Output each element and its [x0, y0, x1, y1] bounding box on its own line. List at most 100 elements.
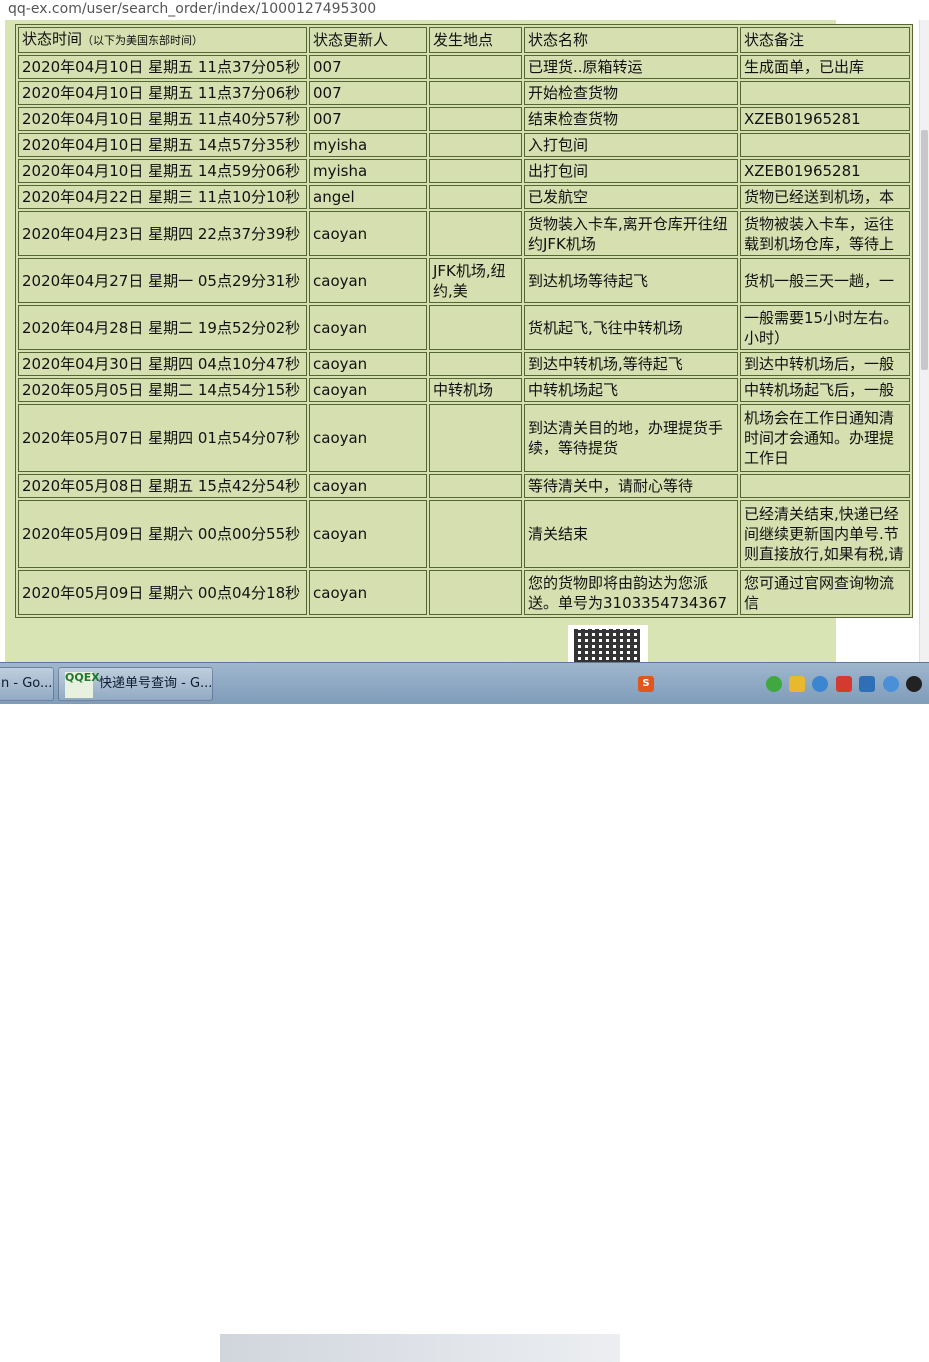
- table-row: 2020年05月07日 星期四 01点54分07秒 caoyan 到达清关目的地，办…: [18, 404, 910, 472]
- cell-location: [429, 107, 522, 131]
- tracking-table: 状态时间（以下为美国东部时间） 状态更新人 发生地点 状态名称 状态备注 202…: [15, 24, 913, 618]
- cell-status: 出打包间: [524, 159, 738, 183]
- address-bar[interactable]: qq-ex.com/user/search_order/index/100012…: [0, 0, 929, 20]
- cell-updater: 007: [309, 81, 427, 105]
- cell-remark: 一般需要15小时左右。小时）: [740, 305, 910, 350]
- table-row: 2020年05月09日 星期六 00点04分18秒 caoyan 您的货物即将由韵达…: [18, 570, 910, 615]
- shield-icon[interactable]: [789, 676, 805, 692]
- cell-location: [429, 305, 522, 350]
- cell-location: [429, 500, 522, 568]
- taskbar: n - Go... QQEX 快递单号查询 - G... S: [0, 662, 929, 1362]
- cell-time: 2020年04月22日 星期三 11点10分10秒: [18, 185, 307, 209]
- cell-updater: caoyan: [309, 258, 427, 303]
- qr-code-icon: [568, 625, 648, 662]
- cell-location: [429, 211, 522, 256]
- cell-status: 您的货物即将由韵达为您派送。单号为3103354734367: [524, 570, 738, 615]
- cell-updater: 007: [309, 55, 427, 79]
- qq-icon[interactable]: [906, 676, 922, 692]
- cell-time: 2020年04月30日 星期四 04点10分47秒: [18, 352, 307, 376]
- cell-remark: 中转机场起飞后，一般: [740, 378, 910, 402]
- cell-status: 到达清关目的地，办理提货手续，等待提货: [524, 404, 738, 472]
- cell-remark: XZEB01965281: [740, 159, 910, 183]
- cell-remark: [740, 133, 910, 157]
- cell-location: [429, 55, 522, 79]
- header-updater: 状态更新人: [309, 27, 427, 53]
- cell-remark: 机场会在工作日通知清时间才会通知。办理提工作日: [740, 404, 910, 472]
- taskbar-blurred-area: [220, 1334, 620, 1362]
- cell-location: [429, 404, 522, 472]
- header-time-note: （以下为美国东部时间）: [82, 34, 204, 47]
- qqex-logo-icon: QQEX: [65, 672, 100, 698]
- cell-location: JFK机场,纽约,美: [429, 258, 522, 303]
- cell-time: 2020年05月09日 星期六 00点04分18秒: [18, 570, 307, 615]
- cell-status: 货物装入卡车,离开仓库开往纽约JFK机场: [524, 211, 738, 256]
- table-header-row: 状态时间（以下为美国东部时间） 状态更新人 发生地点 状态名称 状态备注: [18, 27, 910, 53]
- cell-time: 2020年04月28日 星期二 19点52分02秒: [18, 305, 307, 350]
- url-text: qq-ex.com/user/search_order/index/100012…: [8, 1, 377, 17]
- cell-time: 2020年04月10日 星期五 11点40分57秒: [18, 107, 307, 131]
- cell-remark: 货物被装入卡车，运往载到机场仓库，等待上: [740, 211, 910, 256]
- cell-location: [429, 474, 522, 498]
- chat-icon[interactable]: [859, 676, 875, 692]
- cell-status: 已发航空: [524, 185, 738, 209]
- cell-time: 2020年05月07日 星期四 01点54分07秒: [18, 404, 307, 472]
- cell-updater: caoyan: [309, 404, 427, 472]
- cell-remark: XZEB01965281: [740, 107, 910, 131]
- cell-remark: 货物已经送到机场，本: [740, 185, 910, 209]
- cell-remark: 您可通过官网查询物流信: [740, 570, 910, 615]
- table-row: 2020年05月05日 星期二 14点54分15秒 caoyan 中转机场 中转机场起…: [18, 378, 910, 402]
- vertical-scrollbar[interactable]: [919, 20, 929, 662]
- cell-time: 2020年04月23日 星期四 22点37分39秒: [18, 211, 307, 256]
- cell-updater: caoyan: [309, 570, 427, 615]
- header-time-label: 状态时间: [22, 30, 83, 48]
- table-row: 2020年04月22日 星期三 11点10分10秒 angel 已发航空 货物已经送到…: [18, 185, 910, 209]
- table-row: 2020年05月09日 星期六 00点00分55秒 caoyan 清关结束 已经清关结…: [18, 500, 910, 568]
- header-status: 状态名称: [524, 27, 738, 53]
- header-remark: 状态备注: [740, 27, 910, 53]
- cell-updater: caoyan: [309, 378, 427, 402]
- cell-updater: 007: [309, 107, 427, 131]
- cell-time: 2020年04月10日 星期五 14点57分35秒: [18, 133, 307, 157]
- scroll-thumb[interactable]: [921, 130, 928, 370]
- table-row: 2020年04月10日 星期五 11点37分06秒 007 开始检查货物: [18, 81, 910, 105]
- cell-status: 已理货..原箱转运: [524, 55, 738, 79]
- cell-time: 2020年04月27日 星期一 05点29分31秒: [18, 258, 307, 303]
- cell-status: 入打包间: [524, 133, 738, 157]
- cell-time: 2020年04月10日 星期五 11点37分05秒: [18, 55, 307, 79]
- cell-updater: myisha: [309, 159, 427, 183]
- cell-location: [429, 133, 522, 157]
- cell-remark: 已经清关结束,快递已经间继续更新国内单号.节则直接放行,如果有税,请: [740, 500, 910, 568]
- table-row: 2020年04月10日 星期五 14点59分06秒 myisha 出打包间 XZEB0…: [18, 159, 910, 183]
- cell-status: 结束检查货物: [524, 107, 738, 131]
- cell-remark: [740, 81, 910, 105]
- qr-code-pattern: [574, 629, 640, 662]
- table-row: 2020年04月10日 星期五 11点40分57秒 007 结束检查货物 XZEB01…: [18, 107, 910, 131]
- bluetooth-icon[interactable]: [883, 676, 899, 692]
- wechat-icon[interactable]: [766, 676, 782, 692]
- cell-status: 清关结束: [524, 500, 738, 568]
- ime-icon[interactable]: [836, 676, 852, 692]
- table-row: 2020年04月27日 星期一 05点29分31秒 caoyan JFK机场,纽约,…: [18, 258, 910, 303]
- taskbar-item-qqex[interactable]: QQEX 快递单号查询 - G...: [58, 667, 213, 701]
- taskbar-item-browser[interactable]: n - Go...: [0, 667, 54, 701]
- cell-updater: angel: [309, 185, 427, 209]
- table-row: 2020年04月10日 星期五 11点37分05秒 007 已理货..原箱转运 生成面…: [18, 55, 910, 79]
- network-icon[interactable]: [812, 676, 828, 692]
- cell-location: [429, 81, 522, 105]
- table-row: 2020年04月28日 星期二 19点52分02秒 caoyan 货机起飞,飞往中转…: [18, 305, 910, 350]
- cell-status: 等待清关中，请耐心等待: [524, 474, 738, 498]
- cell-location: [429, 352, 522, 376]
- cell-time: 2020年05月05日 星期二 14点54分15秒: [18, 378, 307, 402]
- sogou-icon[interactable]: S: [638, 676, 654, 692]
- cell-location: [429, 570, 522, 615]
- cell-time: 2020年04月10日 星期五 11点37分06秒: [18, 81, 307, 105]
- cell-updater: caoyan: [309, 352, 427, 376]
- cell-remark: 到达中转机场后，一般: [740, 352, 910, 376]
- header-time: 状态时间（以下为美国东部时间）: [18, 27, 307, 53]
- table-row: 2020年04月10日 星期五 14点57分35秒 myisha 入打包间: [18, 133, 910, 157]
- cell-location: [429, 159, 522, 183]
- cell-location: [429, 185, 522, 209]
- table-row: 2020年05月08日 星期五 15点42分54秒 caoyan 等待清关中，请耐心…: [18, 474, 910, 498]
- cell-status: 开始检查货物: [524, 81, 738, 105]
- cell-updater: caoyan: [309, 500, 427, 568]
